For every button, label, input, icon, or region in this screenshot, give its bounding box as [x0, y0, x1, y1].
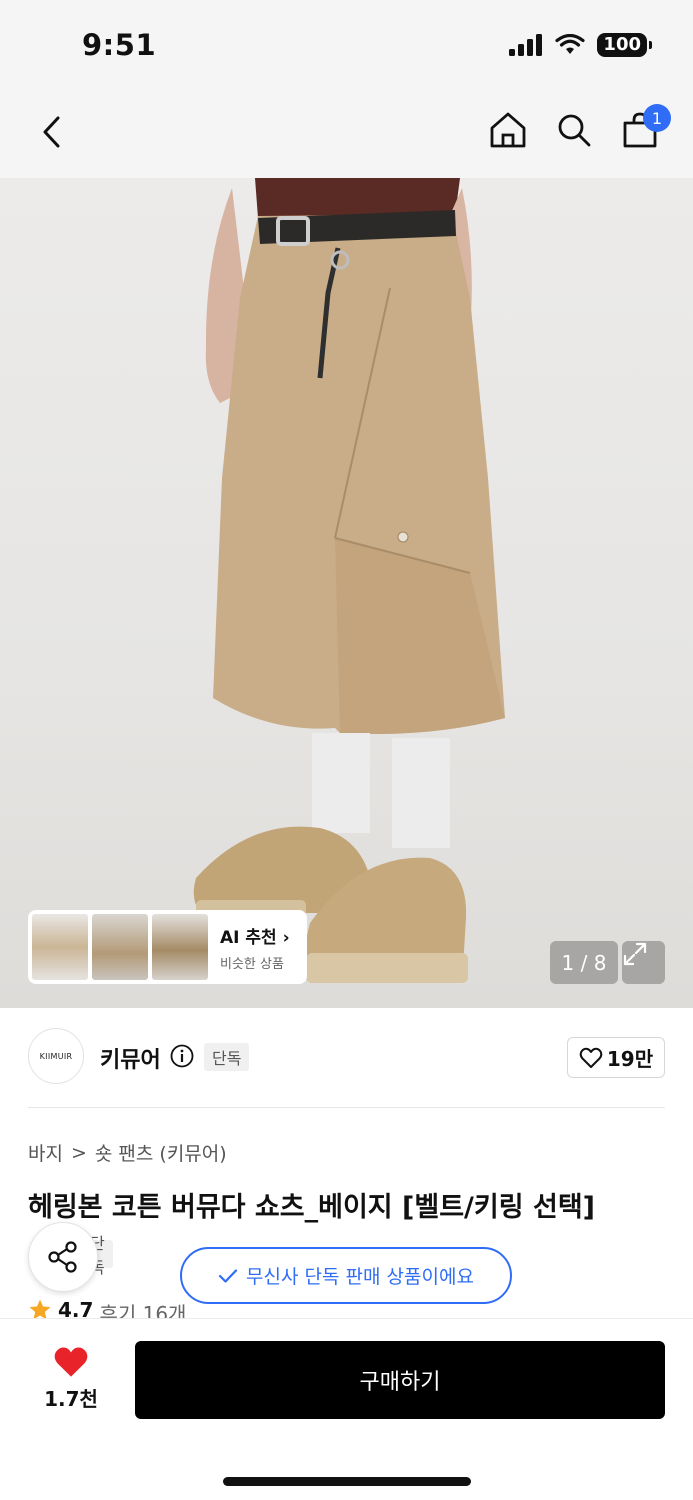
breadcrumb-separator: > — [70, 1141, 87, 1164]
ai-thumbnail-2 — [92, 914, 148, 980]
signal-icon — [509, 34, 543, 56]
chevron-right-icon: › — [282, 927, 290, 948]
brand-row: KIIMUIR 키뮤어 단독 19만 — [28, 1028, 665, 1086]
nav-bar: 1 — [0, 90, 693, 178]
breadcrumb-subcategory[interactable]: 숏 팬츠 (키뮤어) — [95, 1139, 227, 1166]
divider — [28, 1107, 665, 1108]
ai-card-title: AI 추천 — [220, 927, 277, 948]
ai-thumbnail-1 — [32, 914, 88, 980]
status-time: 9:51 — [82, 28, 157, 62]
battery-indicator: 100 — [597, 33, 652, 57]
buy-button[interactable]: 구매하기 — [135, 1341, 665, 1419]
exclusive-toast: 무신사 단독 판매 상품이에요 — [180, 1247, 512, 1304]
star-icon — [29, 1299, 51, 1320]
ai-recommendation-card[interactable]: AI 추천 › 비슷한 상품 — [28, 910, 307, 984]
share-icon — [48, 1241, 77, 1273]
info-icon[interactable] — [170, 1044, 194, 1068]
wishlist-button[interactable]: 1.7천 — [36, 1345, 106, 1412]
search-icon — [558, 114, 591, 147]
wishlist-count: 1.7천 — [44, 1387, 98, 1411]
ai-card-text: AI 추천 › 비슷한 상품 — [220, 923, 290, 972]
breadcrumb-category[interactable]: 바지 — [28, 1139, 63, 1166]
product-title: 헤링본 코튼 버뮤다 쇼츠_베이지 [벨트/키링 선택] — [28, 1192, 595, 1223]
home-icon — [490, 112, 526, 148]
nav-actions: 1 — [489, 104, 671, 152]
bottom-action-bar: 1.7천 구매하기 — [0, 1318, 693, 1500]
breadcrumb: 바지 > 숏 팬츠 (키뮤어) — [28, 1139, 227, 1166]
wifi-icon — [555, 34, 586, 54]
brand-name[interactable]: 키뮤어 — [100, 1042, 161, 1074]
brand-like-button[interactable]: 19만 — [567, 1037, 665, 1078]
rating-row[interactable]: 4.7 후기 16개 — [28, 1298, 186, 1320]
expand-image-button[interactable] — [622, 941, 665, 984]
brand-logo[interactable]: KIIMUIR — [28, 1028, 84, 1084]
image-page-counter: 1 / 8 — [550, 941, 618, 984]
cart-count-badge: 1 — [643, 104, 671, 132]
toast-text: 무신사 단독 판매 상품이에요 — [246, 1266, 474, 1288]
home-button[interactable] — [489, 108, 527, 152]
home-indicator[interactable] — [223, 1477, 471, 1486]
back-button[interactable] — [30, 110, 74, 154]
brand-like-count: 19만 — [606, 1047, 654, 1071]
check-icon — [218, 1268, 238, 1283]
chevron-left-icon — [43, 116, 60, 148]
status-bar: 9:51 100 — [0, 0, 693, 90]
status-indicators: 100 — [509, 33, 652, 57]
search-button[interactable] — [555, 108, 593, 152]
heart-filled-icon — [54, 1347, 88, 1377]
product-photo — [193, 178, 505, 983]
review-count: 후기 16개 — [99, 1302, 187, 1320]
ai-thumbnail-3 — [152, 914, 208, 980]
rating-value: 4.7 — [58, 1298, 94, 1320]
cart-button[interactable]: 1 — [621, 104, 671, 152]
expand-icon — [623, 942, 647, 966]
exclusive-badge: 단독 — [204, 1043, 250, 1071]
product-image-gallery[interactable]: AI 추천 › 비슷한 상품 1 / 8 — [0, 178, 693, 1008]
ai-card-subtitle: 비슷한 상품 — [220, 956, 284, 972]
heart-outline-icon — [579, 1047, 603, 1068]
share-button[interactable] — [28, 1222, 98, 1292]
